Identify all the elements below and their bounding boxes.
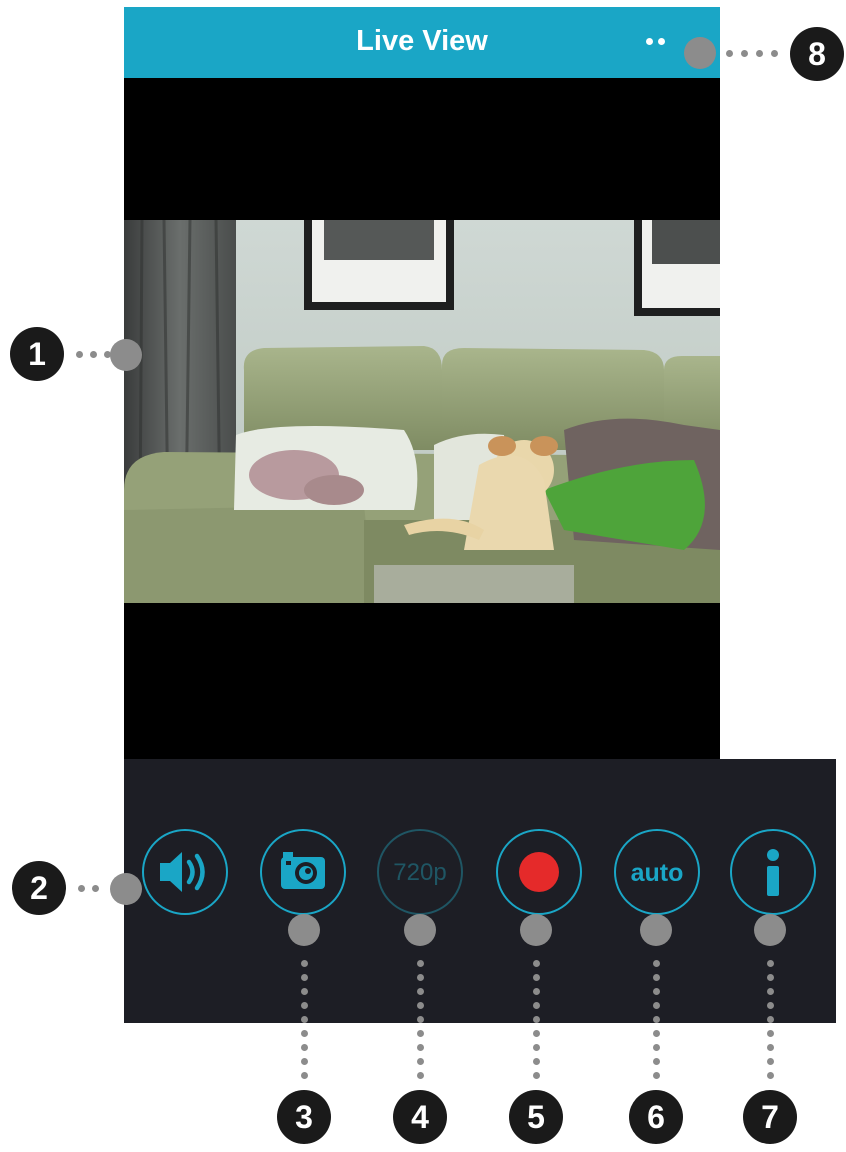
callout-dot: [301, 1044, 308, 1051]
callout-dot: [417, 1016, 424, 1023]
callout-dot: [417, 988, 424, 995]
callout-dot: [301, 960, 308, 967]
callout-dot: [533, 988, 540, 995]
callout-badge-8: 8: [790, 27, 844, 81]
callout-dot: [90, 351, 97, 358]
callout-dot: [417, 1044, 424, 1051]
callout-dot: [417, 1058, 424, 1065]
control-bar: 720p auto: [124, 759, 836, 1023]
video-frame: [124, 220, 720, 603]
callout-marker-2: [110, 873, 142, 905]
callout-dot: [533, 1030, 540, 1037]
callout-dot: [653, 960, 660, 967]
callout-dot: [533, 1072, 540, 1079]
callout-marker-6: [640, 914, 672, 946]
callout-dot: [417, 960, 424, 967]
record-icon: [519, 852, 559, 892]
resolution-label: 720p: [393, 859, 447, 886]
night-mode-label: auto: [630, 859, 684, 887]
callout-dot: [741, 50, 748, 57]
callout-dot: [533, 1058, 540, 1065]
info-button[interactable]: [730, 829, 816, 915]
speaker-icon: [160, 852, 205, 892]
callout-marker-1: [110, 339, 142, 371]
callout-badge-2: 2: [12, 861, 66, 915]
callout-dot: [417, 974, 424, 981]
callout-dot: [417, 1072, 424, 1079]
callout-dot: [301, 988, 308, 995]
callout-badge-3: 3: [277, 1090, 331, 1144]
callout-dot: [653, 1030, 660, 1037]
callout-dot: [767, 988, 774, 995]
callout-dot: [533, 1002, 540, 1009]
callout-badge-1: 1: [10, 327, 64, 381]
callout-dot: [76, 351, 83, 358]
callout-dot: [771, 50, 778, 57]
callout-dot: [726, 50, 733, 57]
night-mode-button[interactable]: auto: [614, 829, 700, 915]
callout-dot: [301, 1058, 308, 1065]
resolution-button[interactable]: 720p: [377, 829, 463, 915]
callout-dot: [533, 960, 540, 967]
callout-dot: [301, 1030, 308, 1037]
callout-dot: [92, 885, 99, 892]
callout-badge-6: 6: [629, 1090, 683, 1144]
callout-marker-4: [404, 914, 436, 946]
callout-dot: [653, 1016, 660, 1023]
callout-dot: [767, 1058, 774, 1065]
callout-badge-5: 5: [509, 1090, 563, 1144]
callout-dot: [653, 1058, 660, 1065]
info-icon: [767, 849, 779, 896]
callout-dot: [301, 1072, 308, 1079]
callout-dot: [78, 885, 85, 892]
callout-badge-7: 7: [743, 1090, 797, 1144]
callout-marker-8: [684, 37, 716, 69]
callout-marker-3: [288, 914, 320, 946]
callout-dot: [767, 1044, 774, 1051]
callout-dot: [301, 1002, 308, 1009]
phone-screen: Live View 720p auto: [124, 7, 836, 1023]
callout-dot: [767, 960, 774, 967]
callout-dot: [533, 1016, 540, 1023]
callout-dot: [653, 1002, 660, 1009]
callout-dot: [653, 974, 660, 981]
callout-marker-5: [520, 914, 552, 946]
camera-icon: [281, 852, 325, 889]
callout-dot: [301, 974, 308, 981]
callout-marker-7: [754, 914, 786, 946]
callout-dot: [653, 1072, 660, 1079]
callout-dot: [767, 1072, 774, 1079]
callout-dot: [653, 988, 660, 995]
callout-badge-4: 4: [393, 1090, 447, 1144]
page-title: Live View: [356, 25, 488, 57]
callout-dot: [533, 974, 540, 981]
callout-dot: [417, 1030, 424, 1037]
audio-button[interactable]: [142, 829, 228, 915]
callout-dot: [301, 1016, 308, 1023]
callout-dot: [767, 1002, 774, 1009]
snapshot-button[interactable]: [260, 829, 346, 915]
callout-dot: [756, 50, 763, 57]
callout-dot: [767, 1016, 774, 1023]
record-button[interactable]: [496, 829, 582, 915]
callout-dot: [767, 974, 774, 981]
callout-dot: [417, 1002, 424, 1009]
callout-dot: [767, 1030, 774, 1037]
live-video-feed[interactable]: [124, 220, 720, 603]
callout-dot: [653, 1044, 660, 1051]
header-bar: Live View: [124, 7, 720, 78]
callout-dot: [533, 1044, 540, 1051]
